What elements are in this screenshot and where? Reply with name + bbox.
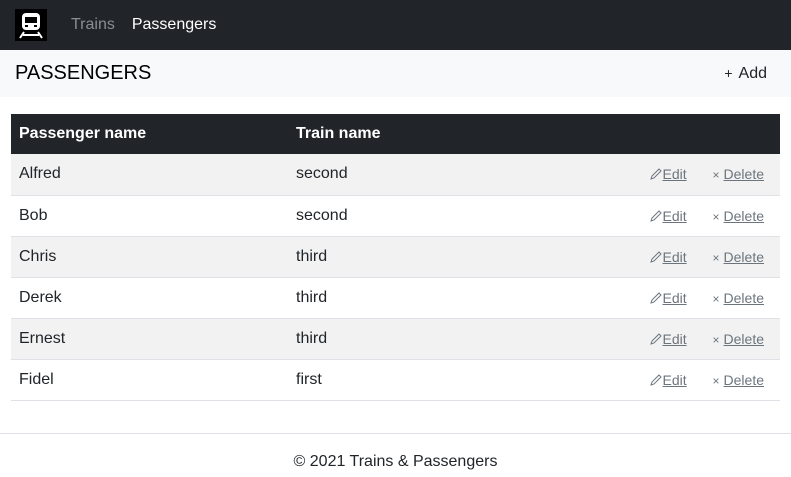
passenger-name: Chris xyxy=(11,236,288,278)
pencil-icon xyxy=(649,332,662,345)
edit-label: Edit xyxy=(662,289,687,306)
passenger-name: Bob xyxy=(11,195,288,237)
pencil-icon xyxy=(649,291,662,304)
edit-label: Edit xyxy=(662,371,687,388)
row-actions: Edit × Delete xyxy=(484,318,780,360)
row-actions: Edit × Delete xyxy=(484,277,780,319)
edit-label: Edit xyxy=(662,166,687,183)
plus-icon: + xyxy=(724,64,733,81)
edit-button[interactable]: Edit xyxy=(649,331,687,347)
row-actions: Edit × Delete xyxy=(484,154,780,196)
table-row: Alfred second Edit × Delete xyxy=(11,154,780,196)
close-icon: × xyxy=(712,250,720,265)
table-row: Ernest third Edit × Delete xyxy=(11,318,780,360)
passenger-name: Ernest xyxy=(11,318,288,360)
row-actions: Edit × Delete xyxy=(484,359,780,401)
train-name: third xyxy=(288,277,485,319)
page-title: PASSENGERS xyxy=(15,62,152,84)
passenger-name: Derek xyxy=(11,277,288,319)
train-name: first xyxy=(288,359,485,401)
pencil-icon xyxy=(649,373,662,386)
close-icon: × xyxy=(712,209,720,224)
edit-button[interactable]: Edit xyxy=(649,166,687,182)
add-label: Add xyxy=(738,64,767,82)
train-name: third xyxy=(288,318,485,360)
close-icon: × xyxy=(712,168,720,183)
edit-button[interactable]: Edit xyxy=(649,208,687,224)
navbar: Trains Passengers xyxy=(0,0,791,50)
row-actions: Edit × Delete xyxy=(484,236,780,278)
delete-button[interactable]: Delete xyxy=(724,290,764,306)
train-name: second xyxy=(288,195,485,237)
train-name: third xyxy=(288,236,485,278)
nav-link-trains[interactable]: Trains xyxy=(71,16,115,34)
delete-button[interactable]: Delete xyxy=(724,208,764,224)
delete-button[interactable]: Delete xyxy=(724,249,764,265)
close-icon: × xyxy=(712,373,720,388)
column-header-actions xyxy=(484,114,780,154)
edit-button[interactable]: Edit xyxy=(649,372,687,388)
passenger-name: Alfred xyxy=(11,154,288,196)
edit-button[interactable]: Edit xyxy=(649,249,687,265)
add-button[interactable]: + Add xyxy=(724,65,767,83)
pencil-icon xyxy=(649,168,662,181)
footer: © 2021 Trains & Passengers xyxy=(0,433,791,471)
train-name: second xyxy=(288,154,485,196)
column-header-passenger: Passenger name xyxy=(11,114,288,154)
pencil-icon xyxy=(649,209,662,222)
close-icon: × xyxy=(712,332,720,347)
train-icon[interactable] xyxy=(15,9,47,41)
delete-button[interactable]: Delete xyxy=(724,166,764,182)
table-row: Fidel first Edit × Delete xyxy=(11,359,780,401)
delete-button[interactable]: Delete xyxy=(724,372,764,388)
close-icon: × xyxy=(712,291,720,306)
nav-link-passengers[interactable]: Passengers xyxy=(132,16,217,34)
edit-label: Edit xyxy=(662,207,687,224)
passengers-table: Passenger name Train name Alfred second … xyxy=(11,114,780,401)
column-header-train: Train name xyxy=(288,114,485,154)
table-row: Bob second Edit × Delete xyxy=(11,195,780,237)
edit-label: Edit xyxy=(662,248,687,265)
page-header: PASSENGERS + Add xyxy=(0,50,791,97)
edit-label: Edit xyxy=(662,330,687,347)
table-row: Chris third Edit × Delete xyxy=(11,236,780,278)
pencil-icon xyxy=(649,250,662,263)
delete-button[interactable]: Delete xyxy=(724,331,764,347)
table-row: Derek third Edit × Delete xyxy=(11,277,780,319)
edit-button[interactable]: Edit xyxy=(649,290,687,306)
passenger-name: Fidel xyxy=(11,359,288,401)
row-actions: Edit × Delete xyxy=(484,195,780,237)
